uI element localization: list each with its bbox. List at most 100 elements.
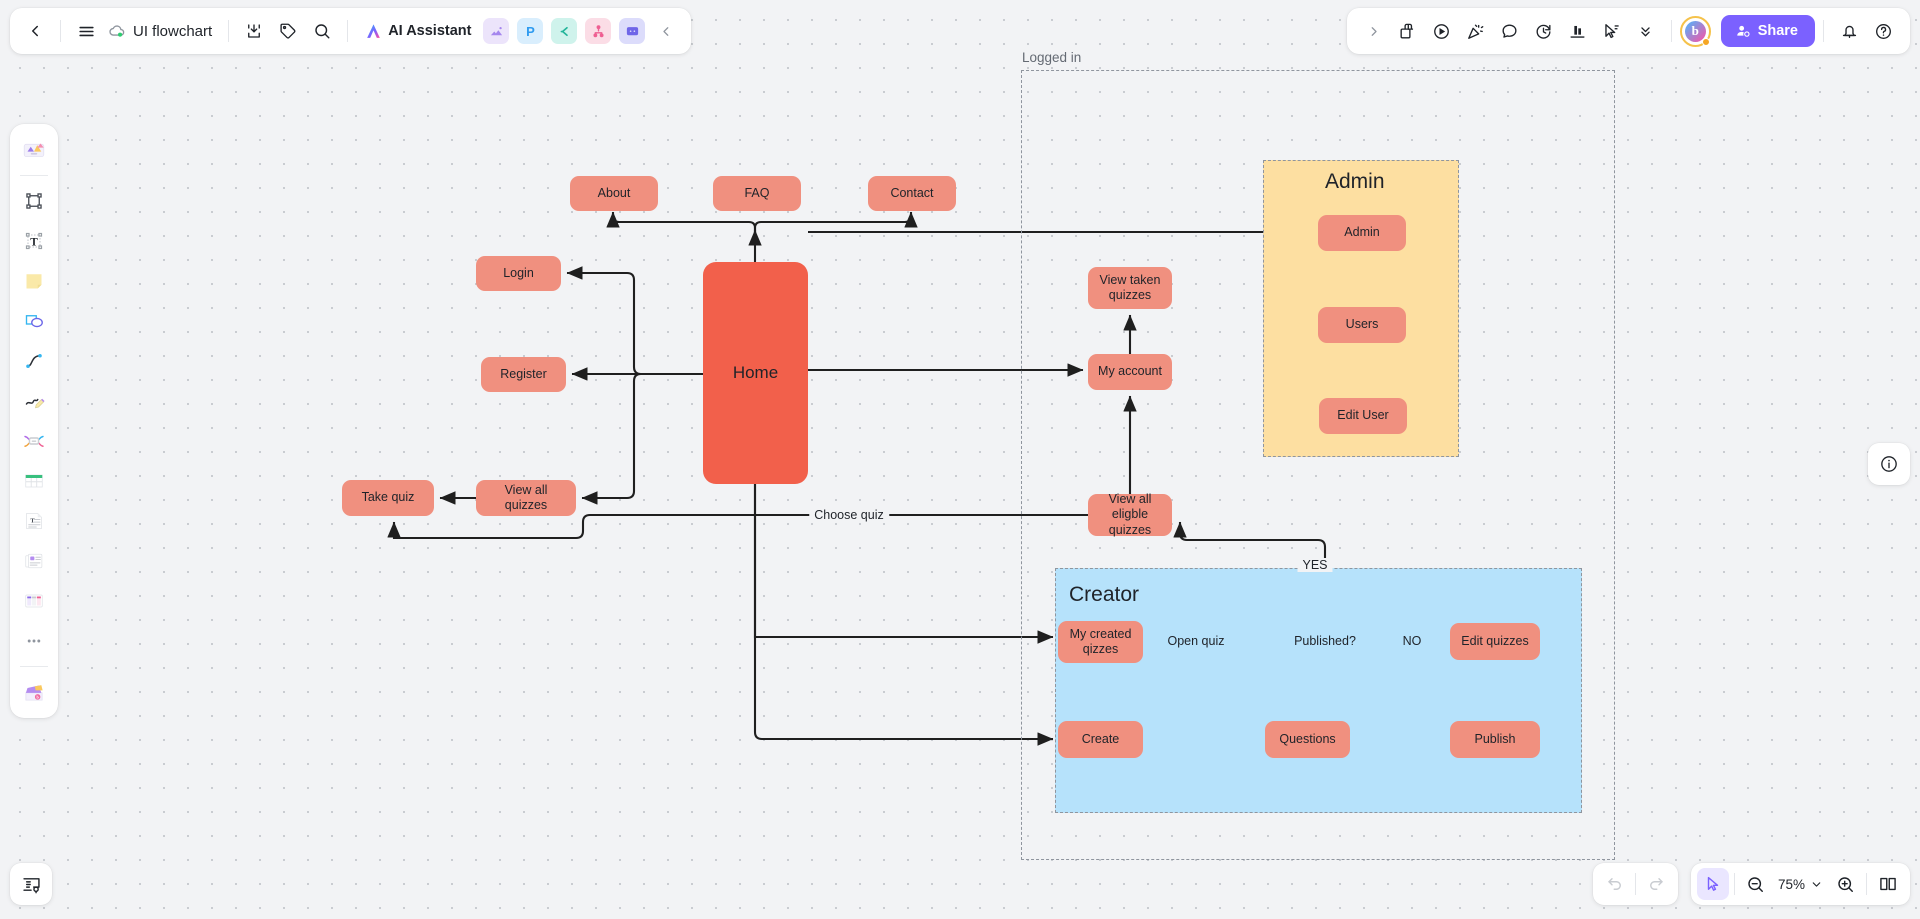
ai-assistant-button[interactable]: AI Assistant	[356, 17, 479, 46]
document-title-group[interactable]: UI flowchart	[103, 22, 220, 41]
zoom-in-button[interactable]	[1829, 868, 1861, 900]
expand-chevron-right-icon[interactable]	[1357, 14, 1391, 48]
node-label: FAQ	[744, 185, 770, 200]
node-my-created-qizzes[interactable]: My created qizzes	[1058, 621, 1143, 663]
presentation-chip[interactable]: P	[517, 18, 544, 44]
node-view-all-eligble-quizzes[interactable]: View all eligble quizzes	[1088, 492, 1172, 537]
collapse-toolbar-chevron-left-icon[interactable]	[649, 14, 683, 48]
divider	[347, 20, 349, 42]
node-my-account[interactable]: My account	[1088, 354, 1172, 390]
node-label: Published?	[1294, 634, 1356, 648]
node-admin[interactable]: Admin	[1318, 215, 1406, 251]
undo-redo-group	[1593, 863, 1678, 905]
cursor-share-icon[interactable]	[1595, 14, 1629, 48]
divider	[20, 175, 48, 176]
more-chevrons-down-icon[interactable]	[1629, 14, 1663, 48]
svg-text:T: T	[30, 518, 35, 525]
node-edit-user[interactable]: Edit User	[1319, 398, 1407, 434]
tool-text[interactable]: T	[15, 222, 53, 260]
undo-button[interactable]	[1599, 868, 1631, 900]
search-icon[interactable]	[305, 14, 339, 48]
tool-kanban[interactable]	[15, 582, 53, 620]
edge-home-create	[753, 484, 1054, 746]
node-label: View all eligble quizzes	[1108, 492, 1152, 537]
notes-button[interactable]	[10, 863, 52, 905]
node-edit-quizzes[interactable]: Edit quizzes	[1450, 623, 1540, 660]
node-label: My created qizzes	[1069, 626, 1132, 656]
node-take-quiz[interactable]: Take quiz	[342, 480, 434, 516]
node-label: Take quiz	[361, 490, 415, 505]
redo-button[interactable]	[1640, 868, 1672, 900]
tool-mindmap[interactable]	[15, 422, 53, 460]
comment-bubble-icon[interactable]	[1493, 14, 1527, 48]
tool-more[interactable]	[15, 622, 53, 660]
node-questions[interactable]: Questions	[1265, 721, 1350, 758]
node-about[interactable]: About	[570, 176, 658, 211]
tool-frame[interactable]	[15, 182, 53, 220]
node-label: Edit quizzes	[1461, 633, 1529, 648]
edge-label-no: NO	[1397, 634, 1427, 648]
tool-pen[interactable]	[15, 382, 53, 420]
template-icon[interactable]	[1391, 14, 1425, 48]
flowchart-canvas[interactable]: Logged in Admin Creator About FAQ Contac…	[0, 0, 1920, 919]
node-label: About	[597, 185, 631, 200]
tool-shapes[interactable]	[15, 302, 53, 340]
svg-text:T: T	[30, 237, 38, 249]
node-publish[interactable]: Publish	[1450, 721, 1540, 758]
edge-home-mycreated	[753, 484, 1054, 644]
zoom-out-button[interactable]	[1740, 868, 1772, 900]
edge-label-open-quiz: Open quiz	[1162, 634, 1230, 648]
node-label: Admin	[1344, 225, 1380, 240]
tool-table[interactable]	[15, 462, 53, 500]
edge-home-about	[606, 211, 757, 236]
chart-icon[interactable]	[1561, 14, 1595, 48]
divider	[1866, 873, 1867, 895]
node-label: Questions	[1279, 731, 1336, 746]
node-label: Users	[1345, 317, 1379, 332]
cloud-saved-icon	[107, 22, 126, 41]
tool-ai-widget[interactable]: b	[15, 673, 53, 711]
info-button[interactable]	[1868, 443, 1910, 485]
node-view-taken-quizzes[interactable]: View taken quizzes	[1088, 267, 1172, 309]
node-published-decision[interactable]: Published?	[1273, 606, 1377, 676]
tool-document[interactable]: T	[15, 502, 53, 540]
share-button[interactable]: Share	[1720, 15, 1815, 47]
zoom-dropdown-chevron-down-icon[interactable]	[1808, 878, 1829, 891]
node-faq[interactable]: FAQ	[713, 176, 801, 211]
notification-bell-icon[interactable]	[1832, 14, 1866, 48]
help-circle-icon[interactable]	[1866, 14, 1900, 48]
tool-templates[interactable]	[15, 131, 53, 169]
node-users[interactable]: Users	[1318, 307, 1406, 343]
node-create[interactable]: Create	[1058, 721, 1143, 758]
flow-edges	[387, 211, 1502, 746]
edge-home-viewall	[581, 372, 703, 505]
comment-chip[interactable]	[619, 18, 646, 44]
divider	[1635, 873, 1636, 895]
back-button[interactable]	[18, 14, 52, 48]
node-view-all-quizzes[interactable]: View all quizzes	[476, 480, 576, 516]
zoom-controls-group: 75%	[1690, 863, 1910, 905]
flowchart-chip[interactable]	[585, 18, 612, 44]
node-register[interactable]: Register	[481, 357, 566, 392]
tool-sticky-note[interactable]	[15, 262, 53, 300]
menu-button[interactable]	[69, 14, 103, 48]
celebrate-icon[interactable]	[1459, 14, 1493, 48]
presentation-mode-button[interactable]	[1872, 868, 1904, 900]
mindmap-chip[interactable]	[551, 18, 578, 44]
tag-icon[interactable]	[271, 14, 305, 48]
creator-group-label: Creator	[1069, 583, 1140, 606]
divider	[60, 20, 61, 42]
tool-card[interactable]	[15, 542, 53, 580]
node-login[interactable]: Login	[476, 256, 561, 291]
tool-connector[interactable]	[15, 342, 53, 380]
node-home[interactable]: Home	[703, 262, 808, 484]
play-icon[interactable]	[1425, 14, 1459, 48]
node-label: Contact	[890, 185, 934, 200]
export-icon[interactable]	[237, 14, 271, 48]
select-cursor-button[interactable]	[1696, 868, 1729, 900]
avatar[interactable]: b	[1679, 15, 1711, 47]
timer-icon[interactable]	[1527, 14, 1561, 48]
app-root: Logged in Admin Creator About FAQ Contac…	[0, 0, 1920, 919]
image-generation-chip[interactable]	[483, 18, 510, 44]
node-contact[interactable]: Contact	[868, 176, 956, 211]
